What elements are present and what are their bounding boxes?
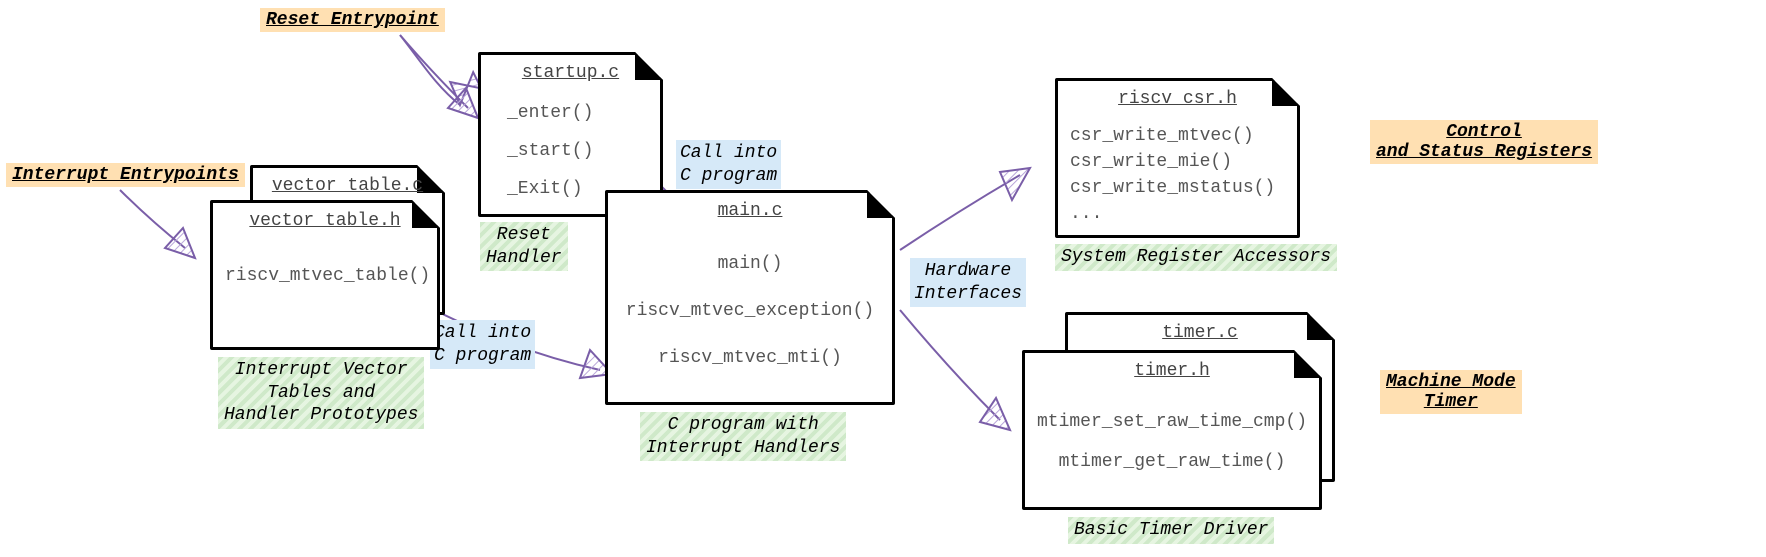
file-content: csr_write_mtvec() csr_write_mie() csr_wr…	[1070, 123, 1275, 227]
file-title: vector_table.h	[213, 211, 437, 231]
file-title: vector_table.c	[253, 176, 442, 196]
caption-c-program: C program with Interrupt Handlers	[640, 412, 846, 461]
file-title: timer.h	[1025, 361, 1319, 381]
file-riscv-csr-h: riscv_csr.h csr_write_mtvec() csr_write_…	[1055, 78, 1300, 238]
label-hardware-interfaces: Hardware Interfaces	[910, 258, 1026, 307]
file-content: mtimer_set_raw_time_cmp() mtimer_get_raw…	[1025, 403, 1319, 482]
caption-reset-handler: Reset Handler	[480, 222, 568, 271]
file-content: main() riscv_mtvec_exception() riscv_mtv…	[608, 241, 892, 381]
label-call-into-c-2: Call into C program	[430, 320, 535, 369]
caption-interrupt-vector: Interrupt Vector Tables and Handler Prot…	[218, 357, 424, 429]
file-title: riscv_csr.h	[1058, 89, 1297, 109]
label-control-status: Control and Status Registers	[1370, 120, 1598, 164]
caption-system-register: System Register Accessors	[1055, 244, 1337, 271]
label-call-into-c-1: Call into C program	[676, 140, 781, 189]
file-title: main.c	[608, 201, 892, 221]
file-content: _enter() _start() _Exit()	[507, 95, 593, 208]
label-interrupt-entrypoints: Interrupt Entrypoints	[6, 163, 245, 187]
label-reset-entrypoint: Reset Entrypoint	[260, 8, 445, 32]
file-vector-table-h: vector_table.h riscv_mtvec_table()	[210, 200, 440, 350]
file-title: timer.c	[1068, 323, 1332, 343]
file-main-c: main.c main() riscv_mtvec_exception() ri…	[605, 190, 895, 405]
file-timer-h: timer.h mtimer_set_raw_time_cmp() mtimer…	[1022, 350, 1322, 510]
file-content: riscv_mtvec_table()	[225, 258, 430, 296]
label-machine-mode-timer: Machine Mode Timer	[1380, 370, 1522, 414]
file-title: startup.c	[481, 63, 660, 83]
caption-basic-timer: Basic Timer Driver	[1068, 517, 1274, 544]
